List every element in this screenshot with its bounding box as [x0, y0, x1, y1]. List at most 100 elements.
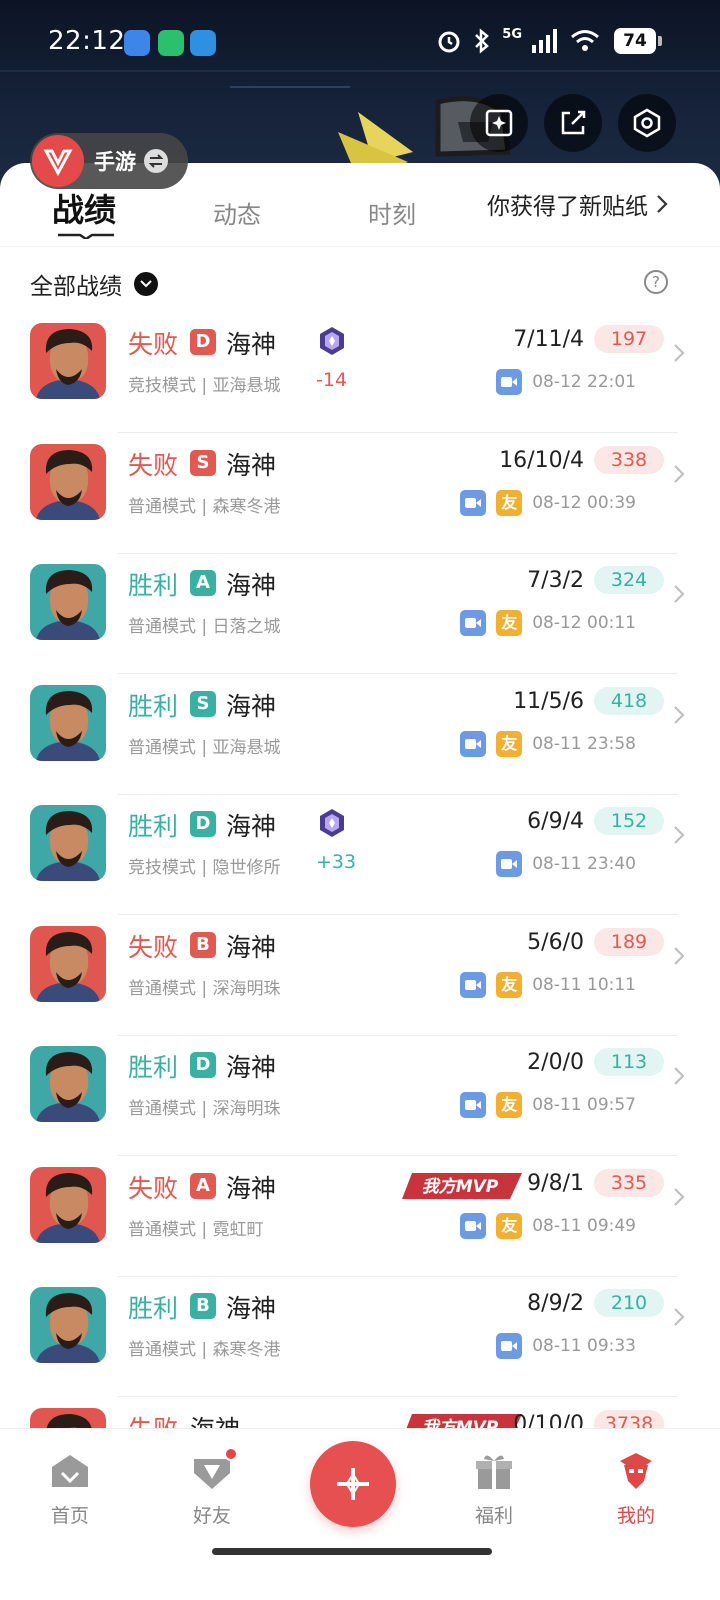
match-row[interactable]: 胜利 B 海神 普通模式 | 森寒冬港 8/9/2 210 08-11 09:33 [0, 1277, 720, 1397]
match-grade-badge: S [190, 449, 216, 476]
match-grade-badge: A [190, 1172, 216, 1199]
match-score: 335 [594, 1168, 664, 1197]
create-post-button[interactable] [310, 1441, 396, 1527]
new-sticker-link[interactable]: 你获得了新贴纸 [487, 187, 668, 221]
nav-profile[interactable]: 我的 [596, 1451, 676, 1528]
video-replay-icon[interactable] [496, 851, 523, 877]
match-row[interactable]: 失败海神 我方MVP 0/10/0 3738 [0, 1398, 720, 1429]
game-mode-map: 普通模式 | 森寒冬港 [128, 1340, 281, 1360]
match-grade-badge: D [190, 329, 216, 355]
chevron-right-icon [657, 195, 668, 213]
kda-stats: 11/5/6 [513, 688, 584, 714]
hero-name: 海神 [226, 691, 277, 721]
match-result: 失败 [128, 1410, 178, 1429]
match-row[interactable]: 胜利 A 海神 普通模式 | 日落之城 7/3/2 324 友 08-12 00:11 [0, 554, 720, 674]
gift-icon [476, 1455, 512, 1489]
tab-feed[interactable]: 动态 [213, 195, 261, 230]
rank-point-change: +33 [316, 851, 357, 873]
match-meta: 友 08-11 23:58 [460, 730, 636, 757]
nav-friends[interactable]: 好友 [172, 1447, 252, 1528]
hero-avatar [30, 925, 106, 1002]
rank-tier-icon [316, 325, 348, 357]
kda-stats: 7/3/2 [527, 568, 584, 593]
hero-name: 海神 [226, 1173, 277, 1203]
match-score: 197 [594, 325, 664, 353]
status-bar: 22:12 5G 74 [0, 0, 720, 84]
tab-records[interactable]: 战绩 [52, 185, 116, 231]
match-score: 3738 [594, 1409, 664, 1428]
help-icon[interactable]: ? [644, 270, 668, 294]
match-row[interactable]: 失败 D 海神 竞技模式 | 亚海悬城 -14 7/11/4 197 08-12 22:01 [0, 313, 720, 433]
settings-button[interactable] [618, 94, 676, 152]
video-replay-icon[interactable] [496, 369, 523, 395]
match-meta: 友 08-12 00:39 [460, 489, 636, 516]
video-replay-icon[interactable] [496, 1333, 523, 1359]
match-result: 胜利 [128, 812, 179, 841]
records-filter[interactable]: 全部战绩 [30, 267, 158, 301]
match-result: 失败 [128, 450, 179, 480]
hero-avatar [30, 1407, 106, 1428]
video-replay-icon[interactable] [460, 610, 487, 636]
chevron-right-icon [672, 464, 686, 484]
match-grade-badge: B [190, 931, 216, 958]
match-row[interactable]: 胜利 S 海神 普通模式 | 亚海悬城 11/5/6 418 友 08-11 23:58 [0, 675, 720, 795]
content-sheet: 战绩 动态 时刻 你获得了新贴纸 全部战绩 ? 失败 D 海神 竞技模式 | 亚海悬城… [0, 163, 720, 1600]
match-meta: 08-11 23:40 [496, 851, 636, 877]
match-meta: 08-12 22:01 [496, 369, 636, 395]
video-replay-icon[interactable] [460, 730, 487, 757]
kda-stats: 2/0/0 [527, 1050, 584, 1075]
match-score: 324 [594, 566, 664, 594]
match-grade-badge: A [190, 570, 216, 596]
match-row[interactable]: 失败 A 海神 普通模式 | 霓虹町 我方MVP 9/8/1 335 友 08-11 09:49 [0, 1157, 720, 1277]
video-replay-icon[interactable] [460, 971, 487, 998]
chevron-down-icon [134, 272, 158, 296]
swap-icon [144, 149, 168, 173]
nav-home[interactable]: 首页 [30, 1451, 110, 1528]
game-mode-map: 普通模式 | 深海明珠 [128, 1099, 281, 1119]
match-row[interactable]: 胜利 D 海神 普通模式 | 深海明珠 2/0/0 113 友 08-11 09:57 [0, 1036, 720, 1156]
match-grade-badge: B [190, 1293, 216, 1319]
match-date: 08-12 22:01 [532, 372, 636, 392]
game-mode-map: 竞技模式 | 隐世修所 [128, 858, 281, 878]
game-switcher-label: 手游 [94, 150, 136, 174]
settings-icon [633, 108, 661, 138]
rank-tier-icon [316, 807, 348, 839]
hero-name: 海神 [226, 932, 277, 962]
match-row[interactable]: 胜利 D 海神 竞技模式 | 隐世修所 +33 6/9/4 152 08-11 23:40 [0, 795, 720, 915]
match-date: 08-12 00:39 [532, 492, 636, 513]
match-grade-badge: S [190, 690, 216, 717]
video-replay-icon[interactable] [460, 1212, 487, 1239]
hero-name: 海神 [226, 571, 277, 600]
video-replay-icon[interactable] [460, 1092, 487, 1118]
match-date: 08-11 23:40 [532, 854, 636, 874]
hero-avatar [30, 684, 106, 761]
kda-stats: 5/6/0 [527, 929, 584, 955]
video-replay-icon[interactable] [460, 489, 487, 516]
game-switcher[interactable]: 手游 [30, 133, 188, 189]
chevron-right-icon [672, 705, 686, 725]
mvp-badge: 我方MVP [402, 1410, 522, 1428]
match-score: 113 [594, 1048, 664, 1076]
svg-text:我方MVP: 我方MVP [422, 1177, 499, 1197]
bluetooth-icon [475, 28, 490, 54]
chevron-right-icon [672, 946, 686, 966]
match-row[interactable]: 失败 B 海神 普通模式 | 深海明珠 5/6/0 189 友 08-11 10:11 [0, 916, 720, 1036]
nav-rewards[interactable]: 福利 [454, 1451, 534, 1528]
hero-avatar [30, 323, 106, 399]
notification-app-icon [158, 30, 184, 56]
match-date: 08-11 23:58 [532, 733, 636, 754]
match-meta: 友 08-12 00:11 [460, 610, 636, 636]
chevron-right-icon [672, 343, 686, 363]
tab-moments[interactable]: 时刻 [368, 195, 416, 230]
share-button[interactable] [544, 94, 602, 152]
match-meta: 08-11 09:33 [496, 1333, 636, 1359]
match-date: 08-11 09:49 [532, 1215, 636, 1236]
sticker-button[interactable] [470, 94, 528, 152]
match-score: 418 [594, 686, 664, 715]
new-sticker-label: 你获得了新贴纸 [487, 194, 648, 220]
match-date: 08-11 09:33 [532, 1336, 636, 1356]
match-date: 08-11 10:11 [532, 974, 636, 995]
match-row[interactable]: 失败 S 海神 普通模式 | 森寒冬港 16/10/4 338 友 08-12 00:39 [0, 434, 720, 554]
match-date: 08-12 00:11 [532, 613, 636, 633]
bottom-nav: 首页 好友 福利 我的 [0, 1428, 720, 1600]
